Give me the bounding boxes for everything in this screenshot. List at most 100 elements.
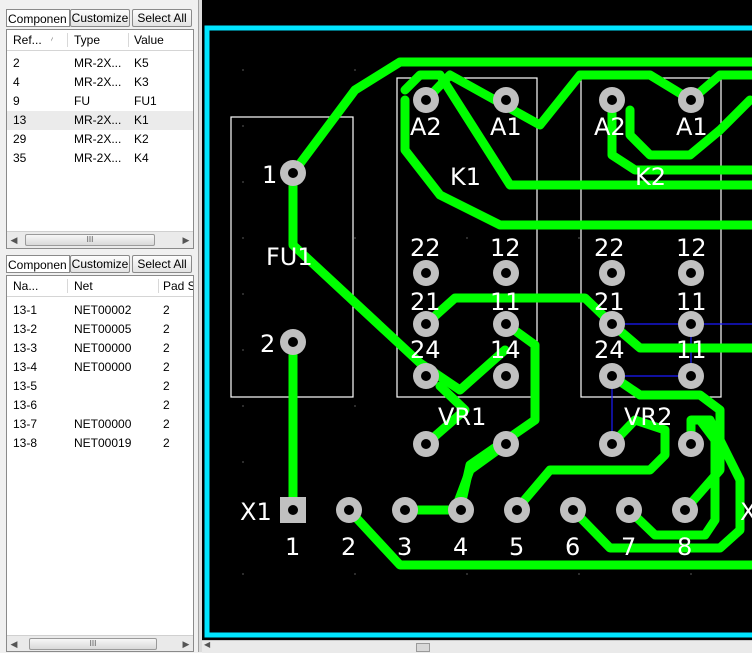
pcb-hscrollbar[interactable]: ◀ bbox=[202, 640, 752, 653]
cell-type: MR-2X... bbox=[74, 113, 122, 127]
connector-pin-label: 5 bbox=[509, 533, 524, 561]
table-row[interactable]: 13-7 NET00000 2 bbox=[7, 415, 193, 434]
cell-pad: 2 bbox=[163, 360, 170, 374]
cell-type: MR-2X... bbox=[74, 75, 122, 89]
column-header-net[interactable]: Net bbox=[74, 278, 154, 294]
scroll-thumb[interactable]: III bbox=[25, 234, 155, 246]
cell-net: NET00005 bbox=[74, 322, 132, 336]
k2-ref-label: K2 bbox=[635, 163, 666, 191]
k1-pin-label: 22 bbox=[410, 234, 441, 262]
table-row[interactable]: 13-2 NET00005 2 bbox=[7, 320, 193, 339]
cell-ref: 13 bbox=[13, 113, 27, 127]
cell-value: K4 bbox=[134, 151, 149, 165]
components-table: Ref... ⁄ Type Value 2 MR-2X... K5 4 MR-2… bbox=[6, 29, 194, 249]
cell-ref: 9 bbox=[13, 94, 20, 108]
table-row[interactable]: 35 MR-2X... K4 bbox=[7, 149, 193, 168]
scroll-right-icon[interactable]: ▶ bbox=[179, 636, 193, 651]
connector-pin-label: 4 bbox=[453, 533, 468, 561]
cell-ref: 2 bbox=[13, 56, 20, 70]
pads-table-header: Na... Net Pad S bbox=[7, 276, 193, 297]
table-row[interactable]: 2 MR-2X... K5 bbox=[7, 54, 193, 73]
k2-pin-label: 12 bbox=[676, 234, 707, 262]
pads-panel-title: Componen bbox=[6, 255, 70, 273]
fuse-ref-label: FU1 bbox=[266, 243, 313, 271]
cell-name: 13-4 bbox=[13, 360, 38, 374]
cell-type: FU bbox=[74, 94, 90, 108]
cell-name: 13-5 bbox=[13, 379, 38, 393]
scroll-thumb[interactable]: III bbox=[29, 638, 157, 650]
cell-value: K1 bbox=[134, 113, 149, 127]
cell-value: K3 bbox=[134, 75, 149, 89]
select-all-button[interactable]: Select All bbox=[132, 9, 192, 27]
cell-pad: 2 bbox=[163, 417, 170, 431]
k1-pin-label: 21 bbox=[410, 288, 441, 316]
scroll-left-icon[interactable]: ◀ bbox=[7, 636, 21, 651]
vr2-label: VR2 bbox=[624, 403, 672, 431]
cell-name: 13-7 bbox=[13, 417, 38, 431]
column-header-name[interactable]: Na... bbox=[13, 278, 61, 294]
cell-net: NET00019 bbox=[74, 436, 132, 450]
table-row[interactable]: 13-4 NET00000 2 bbox=[7, 358, 193, 377]
cell-net: NET00000 bbox=[74, 360, 132, 374]
scroll-left-icon[interactable]: ◀ bbox=[7, 232, 21, 248]
table-row[interactable]: 4 MR-2X... K3 bbox=[7, 73, 193, 92]
cell-pad: 2 bbox=[163, 322, 170, 336]
table-row[interactable]: 13-8 NET00019 2 bbox=[7, 434, 193, 453]
cell-value: FU1 bbox=[134, 94, 157, 108]
scroll-thumb[interactable] bbox=[416, 643, 430, 652]
k1-pin-label: 24 bbox=[410, 336, 441, 364]
cell-pad: 2 bbox=[163, 303, 170, 317]
components-panel-header: Componen Customize Select All bbox=[6, 8, 194, 30]
k2-pin-label: 21 bbox=[594, 288, 625, 316]
cell-value: K5 bbox=[134, 56, 149, 70]
customize-button[interactable]: Customize bbox=[70, 9, 130, 27]
column-divider bbox=[67, 279, 68, 293]
cell-ref: 4 bbox=[13, 75, 20, 89]
pads-hscrollbar[interactable]: ◀ III ▶ bbox=[7, 635, 193, 651]
column-header-value[interactable]: Value bbox=[134, 32, 184, 48]
k1-pin-label: 14 bbox=[490, 336, 521, 364]
k2-pin-label: 22 bbox=[594, 234, 625, 262]
k1-pin-label: 11 bbox=[490, 288, 521, 316]
scroll-left-icon[interactable]: ◀ bbox=[204, 640, 210, 649]
scroll-right-icon[interactable]: ▶ bbox=[179, 232, 193, 248]
table-row[interactable]: 13-6 2 bbox=[7, 396, 193, 415]
k1-pin-label: A2 bbox=[410, 113, 442, 141]
table-row-selected[interactable]: 13 MR-2X... K1 bbox=[7, 111, 193, 130]
components-table-header: Ref... ⁄ Type Value bbox=[7, 30, 193, 51]
fuse-pin2-label: 2 bbox=[260, 330, 275, 358]
column-header-pad[interactable]: Pad S bbox=[163, 278, 193, 294]
table-row[interactable]: 29 MR-2X... K2 bbox=[7, 130, 193, 149]
connector-pin-label: 7 bbox=[621, 533, 636, 561]
table-row[interactable]: 13-3 NET00000 2 bbox=[7, 339, 193, 358]
cell-type: MR-2X... bbox=[74, 151, 122, 165]
cell-net: NET00002 bbox=[74, 303, 132, 317]
left-dock: Componen Customize Select All Ref... ⁄ T… bbox=[0, 0, 198, 652]
k1-pin-label: 12 bbox=[490, 234, 521, 262]
cell-ref: 35 bbox=[13, 151, 27, 165]
cell-name: 13-8 bbox=[13, 436, 38, 450]
sort-icon: ⁄ bbox=[51, 33, 54, 47]
column-divider bbox=[158, 279, 159, 293]
k2-pin-label: A2 bbox=[594, 113, 626, 141]
column-divider bbox=[67, 33, 68, 47]
components-panel-title: Componen bbox=[6, 9, 70, 27]
select-all-button[interactable]: Select All bbox=[132, 255, 192, 273]
connector-pin-label: 6 bbox=[565, 533, 580, 561]
customize-button[interactable]: Customize bbox=[70, 255, 130, 273]
cell-type: MR-2X... bbox=[74, 132, 122, 146]
table-row[interactable]: 9 FU FU1 bbox=[7, 92, 193, 111]
pads-table: Na... Net Pad S 13-1 NET00002 2 13-2 NET… bbox=[6, 275, 194, 652]
k1-ref-label: K1 bbox=[450, 163, 481, 191]
table-row[interactable]: 13-1 NET00002 2 bbox=[7, 301, 193, 320]
trace bbox=[288, 168, 510, 395]
cell-type: MR-2X... bbox=[74, 56, 122, 70]
cell-name: 13-6 bbox=[13, 398, 38, 412]
k2-pin-label: 11 bbox=[676, 288, 707, 316]
cell-pad: 2 bbox=[163, 341, 170, 355]
components-hscrollbar[interactable]: ◀ III ▶ bbox=[7, 231, 193, 248]
pcb-canvas[interactable]: 1 2 FU1 A2 A1 K1 22 12 21 11 24 14 A2 A1… bbox=[202, 0, 752, 652]
column-header-type[interactable]: Type bbox=[74, 32, 124, 48]
column-header-ref[interactable]: Ref... bbox=[13, 32, 53, 48]
table-row[interactable]: 13-5 2 bbox=[7, 377, 193, 396]
